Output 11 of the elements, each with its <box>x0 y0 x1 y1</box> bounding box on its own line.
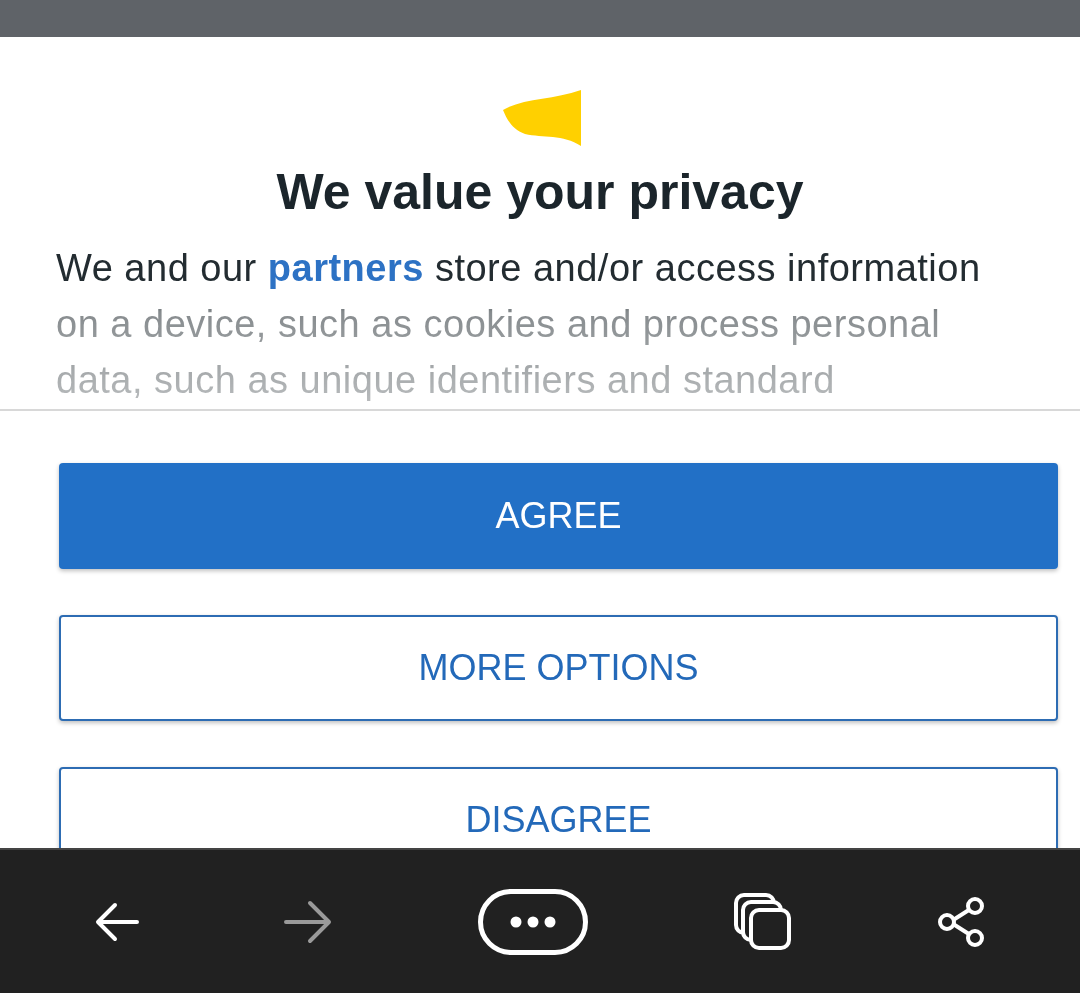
back-arrow-icon[interactable] <box>94 901 139 942</box>
partners-link[interactable]: partners <box>267 247 424 289</box>
flag-logo-icon <box>503 90 581 146</box>
option-button[interactable]: DISAGREE <box>59 767 1058 848</box>
agree-button[interactable]: AGREE <box>59 463 1058 569</box>
option-button[interactable]: MORE OPTIONS <box>59 615 1058 721</box>
privacy-paragraph: We and our partners store and/or access information on a device, such as cookies and process personal data, such as unique identifiers and standard <box>56 246 982 403</box>
more-menu-icon[interactable] <box>478 888 588 955</box>
share-icon[interactable] <box>937 895 986 948</box>
tabs-icon[interactable] <box>733 892 792 951</box>
dialog-title: We value your privacy <box>276 163 804 222</box>
